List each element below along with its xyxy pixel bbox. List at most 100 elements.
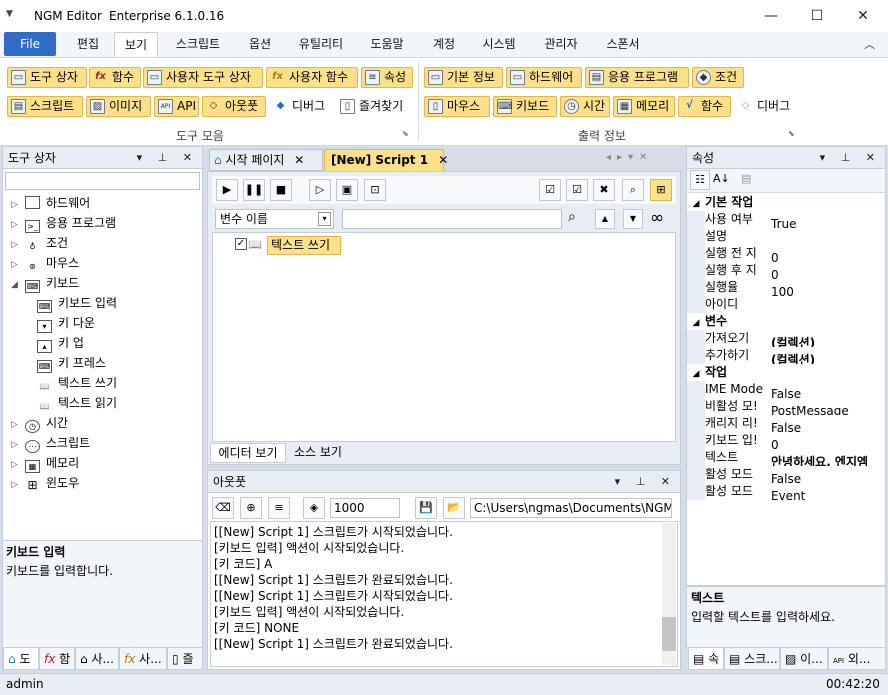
prop-row[interactable]: 활성 모드 Event: [687, 483, 885, 500]
prop-row[interactable]: 실행율 100: [687, 279, 885, 296]
menu-tab-account[interactable]: 계정: [424, 32, 464, 57]
pane-controls[interactable]: ▾ ⊥ ✕: [820, 147, 881, 169]
tab-favorites[interactable]: ▯ 즐: [167, 648, 203, 670]
ribbon-hardware-button[interactable]: ▭ 하드웨어: [506, 67, 582, 88]
ribbon-favorites-button[interactable]: ▯ 즐겨찾기: [336, 96, 414, 117]
menu-tab-view[interactable]: 보기: [114, 32, 158, 57]
group-expand-icon[interactable]: ⬊: [788, 129, 795, 138]
run-icon[interactable]: ▶: [216, 179, 238, 201]
variable-select[interactable]: 변수 이름 ▾: [215, 209, 334, 229]
tab-external[interactable]: API 외...: [828, 648, 886, 670]
ribbon-time-button[interactable]: ◷ 시간: [560, 96, 610, 117]
prop-row[interactable]: 사용 여부 True: [687, 211, 885, 228]
ribbon-application-button[interactable]: ▤ 응용 프로그램: [585, 67, 689, 88]
prop-row[interactable]: 설명: [687, 228, 885, 245]
new-log-icon[interactable]: ⊕: [240, 497, 262, 519]
prop-row[interactable]: 실행 후 지0: [687, 262, 885, 279]
ribbon-user-function-button[interactable]: fx 사용자 함수: [266, 67, 358, 88]
prop-category-variables[interactable]: ◢ 변수: [687, 313, 885, 330]
tab-script-info[interactable]: ▤ 스크...: [724, 648, 780, 670]
menu-tab-edit[interactable]: 편집: [66, 32, 110, 57]
save-icon[interactable]: 💾: [415, 497, 437, 519]
pane-controls[interactable]: ▾ ⊥ ✕: [615, 471, 676, 493]
tree-item-key-press[interactable]: ⌨ 키 프레스: [11, 353, 202, 373]
stop-icon[interactable]: ■: [270, 179, 292, 201]
prop-row[interactable]: 활성 모드 False: [687, 466, 885, 483]
prop-category-basic[interactable]: ◢ 기본 작업: [687, 194, 885, 211]
prop-row[interactable]: 캐리지 리! False: [687, 415, 885, 432]
arrow-up-icon[interactable]: ▲: [595, 209, 615, 229]
script-canvas[interactable]: [212, 232, 676, 442]
prop-row[interactable]: 키보드 입! 0: [687, 432, 885, 449]
ribbon-mouse-button[interactable]: ▯ 마우스: [424, 96, 490, 117]
ribbon-api-button[interactable]: API API: [154, 96, 199, 117]
tab-properties[interactable]: ▤ 속: [688, 648, 724, 670]
prop-row[interactable]: 추가하기 (컬렉션): [687, 347, 885, 364]
output-scrollbar-thumb[interactable]: [662, 617, 676, 651]
delete-icon[interactable]: ✖: [593, 179, 615, 201]
prop-row[interactable]: 실행 전 지0: [687, 245, 885, 262]
prop-row[interactable]: 아이디: [687, 296, 885, 313]
step-icon[interactable]: ▷: [309, 179, 331, 201]
arrow-down-icon[interactable]: ▼: [623, 209, 643, 229]
tab-editor-view[interactable]: 에디터 보기: [210, 443, 286, 463]
pause-icon[interactable]: ❚❚: [243, 179, 265, 201]
tree-item-time[interactable]: ▷ ◷ 시간: [11, 413, 202, 433]
ribbon-script-button[interactable]: ▤ 스크립트: [7, 96, 83, 117]
ribbon-user-toolbox-button[interactable]: ▭ 사용자 도구 상자: [143, 67, 263, 88]
categorized-icon[interactable]: ☷: [690, 170, 710, 190]
system-menu-icon[interactable]: ▼: [6, 9, 16, 19]
menu-tab-help[interactable]: 도움말: [362, 32, 412, 57]
menu-tab-sponsor[interactable]: 스폰서: [598, 32, 648, 57]
tree-item-write-text[interactable]: 📖 텍스트 쓰기: [11, 373, 202, 394]
property-pages-icon[interactable]: ▤: [741, 172, 751, 185]
tab-start-page[interactable]: ⌂ 시작 페이지 ✕: [209, 149, 323, 171]
tree-item-key-down[interactable]: ▾ 키 다운: [11, 313, 202, 333]
log-path-input[interactable]: C:\Users\ngmas\Documents\NGM6\: [470, 498, 672, 518]
maximize-button[interactable]: ☐: [794, 0, 840, 32]
tree-item-application[interactable]: ▷ >_ 응용 프로그램: [11, 213, 202, 233]
step-over-icon[interactable]: ⊡: [364, 179, 386, 201]
collapse-ribbon-icon[interactable]: ︿: [864, 36, 875, 52]
tree-item-keyboard-input[interactable]: ⌨ 키보드 입력: [11, 293, 202, 313]
step-into-icon[interactable]: ▣: [336, 179, 358, 201]
ribbon-properties-button[interactable]: ≡ 속성: [361, 67, 413, 88]
tab-nav-controls[interactable]: ◂▸▾✕: [606, 152, 653, 163]
tree-item-window[interactable]: ▷ ⊞ 윈도우: [11, 473, 202, 493]
menu-tab-options[interactable]: 옵션: [238, 32, 282, 57]
clear-output-icon[interactable]: ⌫: [212, 497, 234, 519]
ribbon-image-button[interactable]: ▨ 이미지: [86, 96, 151, 117]
eraser-icon[interactable]: ◈: [303, 497, 325, 519]
pane-controls[interactable]: ▾ ⊥ ✕: [137, 147, 198, 169]
ribbon-keyboard-button[interactable]: ⌨ 키보드: [493, 96, 557, 117]
ribbon-memory-button[interactable]: ▦ 메모리: [613, 96, 675, 117]
tree-view-icon[interactable]: ⊞: [650, 179, 672, 201]
folder-icon[interactable]: 📂: [443, 497, 465, 519]
script-node-write-text[interactable]: 텍스트 쓰기: [267, 236, 341, 255]
prop-row[interactable]: 비활성 모! PostMessage: [687, 398, 885, 415]
check-icon[interactable]: ☑: [566, 179, 588, 201]
menu-tab-system[interactable]: 시스템: [474, 32, 524, 57]
sort-az-icon[interactable]: A↓: [713, 172, 730, 185]
ribbon-debug-button[interactable]: ◆ 디버그: [269, 96, 333, 117]
prop-row[interactable]: IME Mode False: [687, 381, 885, 398]
tab-user-functions[interactable]: fx 사...: [119, 648, 167, 670]
tab-functions[interactable]: fx 함: [39, 648, 75, 670]
ribbon-function-button[interactable]: fx 함수: [89, 67, 141, 88]
zoom-icon[interactable]: ⌕: [622, 179, 644, 201]
output-log[interactable]: [[New] Script 1] 스크립트가 시작되었습니다. [키보드 입력]…: [210, 521, 678, 667]
check-all-icon[interactable]: ☑: [539, 179, 561, 201]
tree-item-read-text[interactable]: 📖 텍스트 읽기: [11, 393, 202, 414]
ribbon-basic-info-button[interactable]: ▭ 기본 정보: [424, 67, 503, 88]
ribbon-function-info-button[interactable]: √ 함수: [678, 96, 731, 117]
menu-tab-script[interactable]: 스크립트: [166, 32, 230, 57]
lines-icon[interactable]: ≡: [268, 497, 290, 519]
log-count-stepper[interactable]: 1000: [330, 498, 400, 518]
ribbon-output-button[interactable]: ◇ 아웃풋: [202, 96, 266, 117]
menu-tab-admin[interactable]: 관리자: [536, 32, 586, 57]
tree-item-keyboard[interactable]: ◢ ⌨ 키보드: [11, 273, 202, 293]
prop-row[interactable]: 텍스트 안녕하세요. 엔지엠: [687, 449, 885, 466]
node-checkbox[interactable]: ✓: [235, 238, 247, 250]
tab-image-info[interactable]: ▨ 이...: [780, 648, 828, 670]
tab-source-view[interactable]: 소스 보기: [287, 443, 349, 463]
